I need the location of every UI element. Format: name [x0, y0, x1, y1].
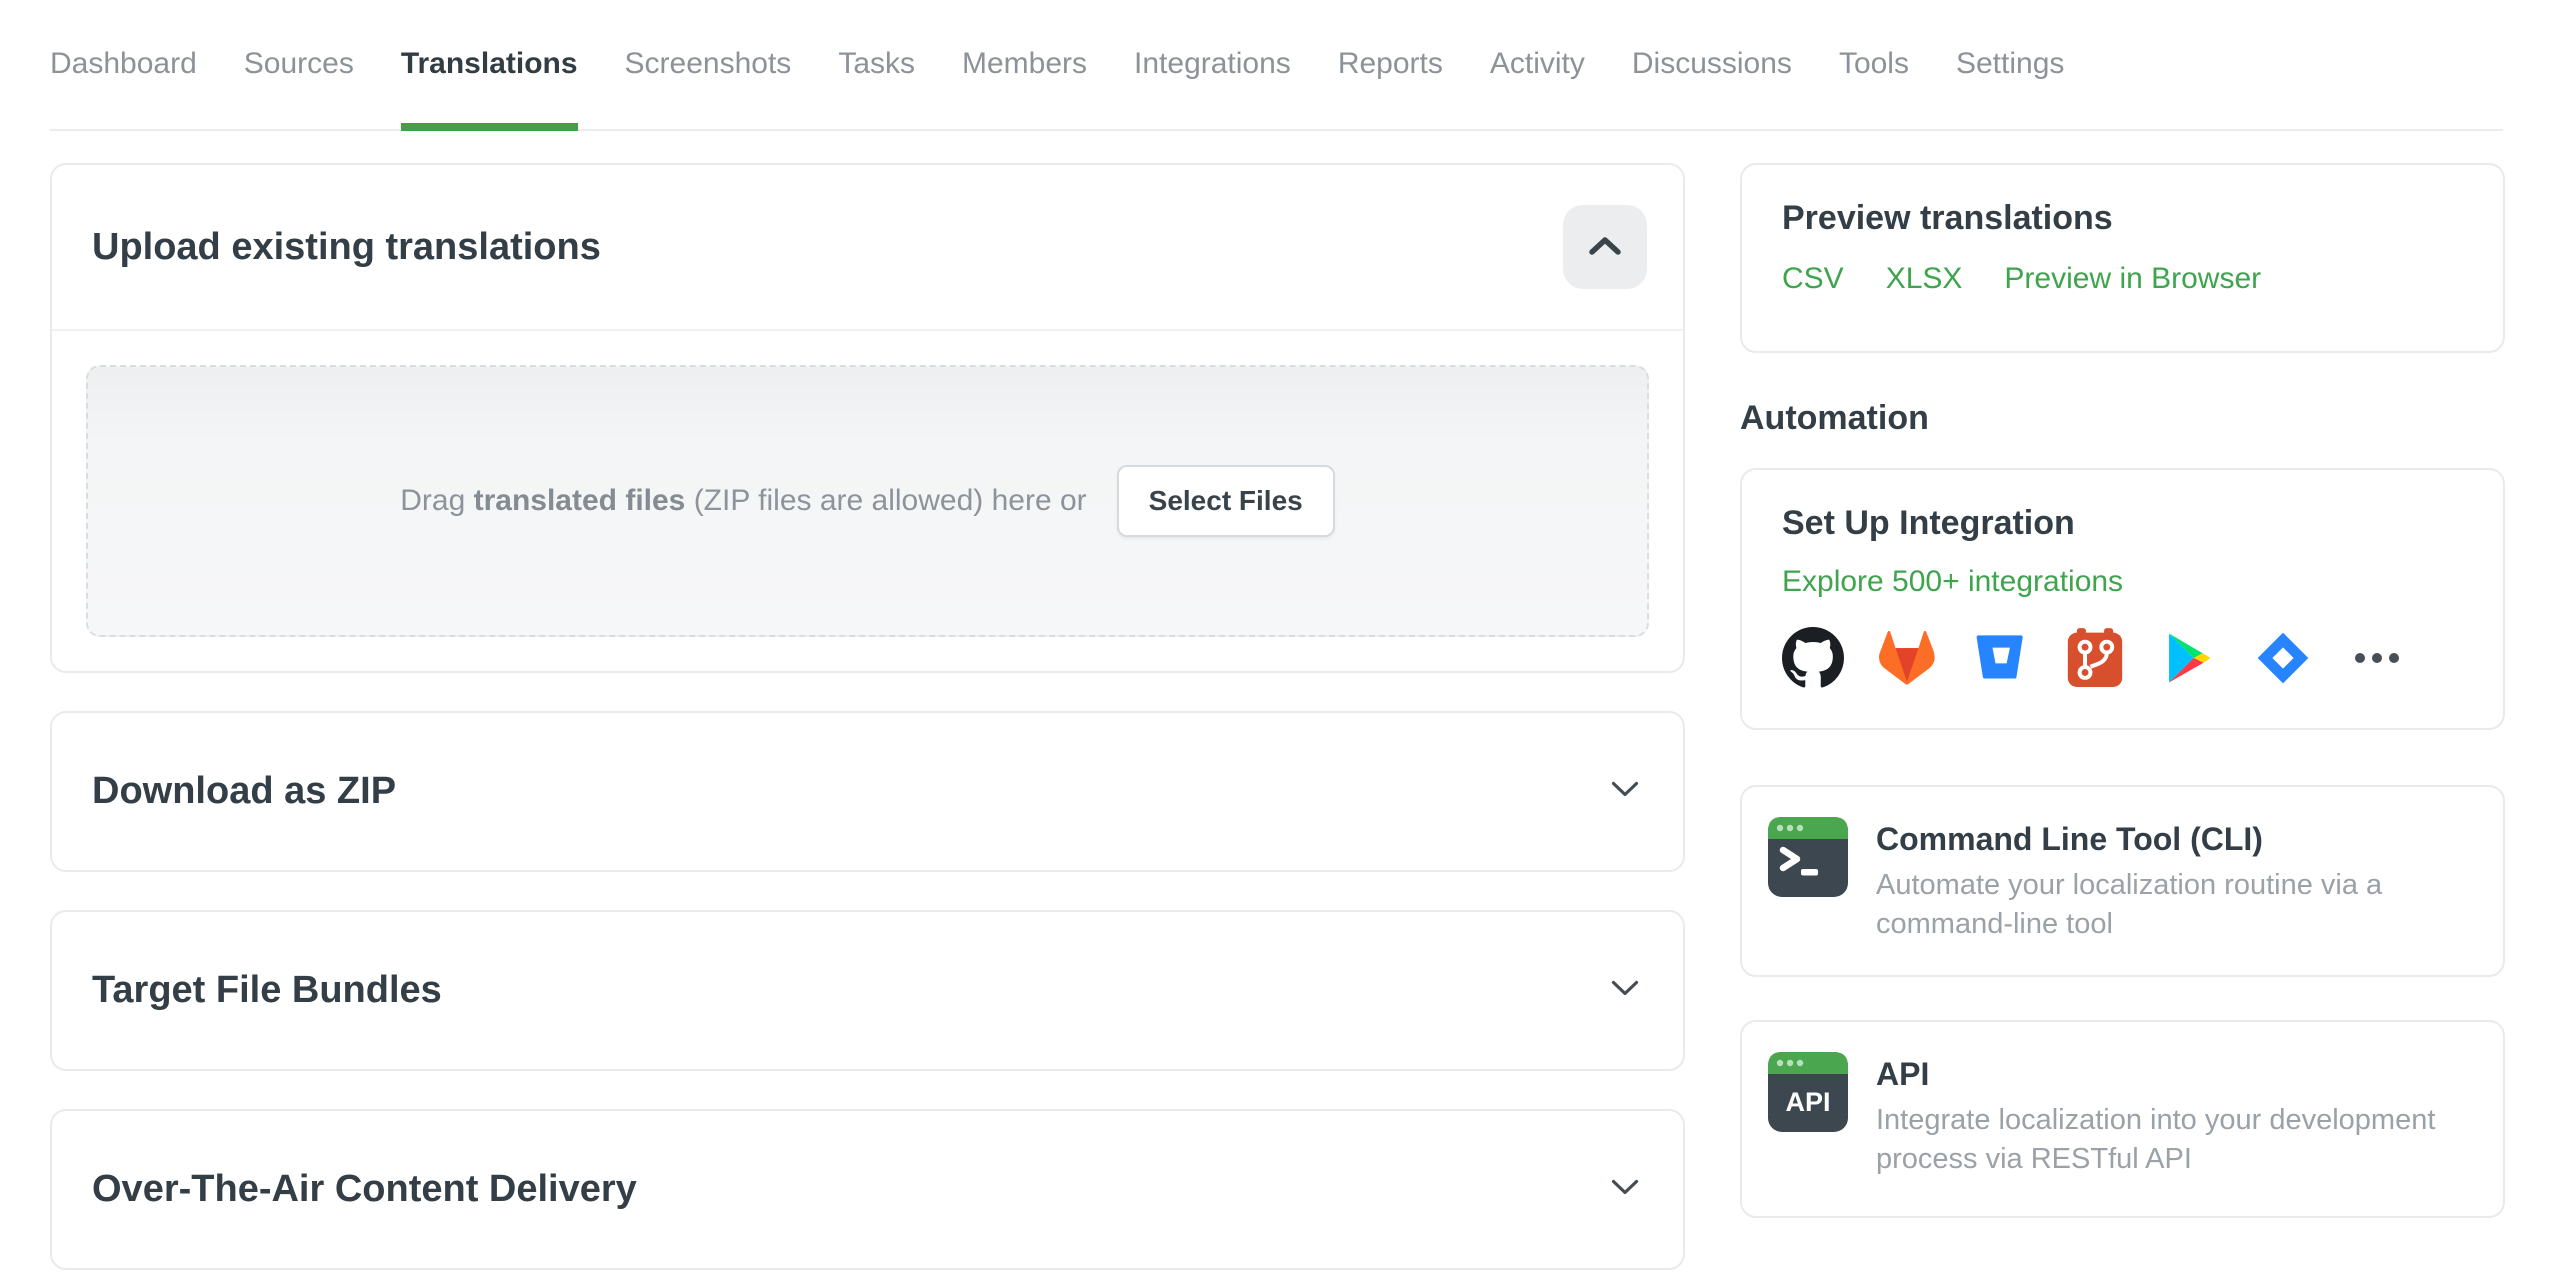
tab-sources[interactable]: Sources: [244, 0, 354, 131]
more-integrations-icon[interactable]: [2346, 627, 2408, 689]
jira-icon[interactable]: [2252, 627, 2314, 689]
download-as-zip-accordion[interactable]: Download as ZIP: [50, 711, 1685, 872]
tab-members[interactable]: Members: [962, 0, 1087, 131]
target-file-bundles-title: Target File Bundles: [92, 969, 442, 1011]
api-card[interactable]: API API Integrate localization into your…: [1740, 1020, 2505, 1218]
download-as-zip-title: Download as ZIP: [92, 770, 397, 812]
tab-integrations[interactable]: Integrations: [1134, 0, 1291, 131]
api-card-description: Integrate localization into your develop…: [1876, 1104, 2436, 1175]
preview-translations-card: Preview translations CSV XLSX Preview in…: [1740, 163, 2505, 353]
cli-card-text: Command Line Tool (CLI) Automate your lo…: [1876, 811, 2382, 975]
file-dropzone[interactable]: Drag translated files (ZIP files are all…: [86, 365, 1649, 637]
translations-side-column: Preview translations CSV XLSX Preview in…: [1740, 163, 2505, 1218]
preview-csv-link[interactable]: CSV: [1782, 262, 1844, 296]
chevron-down-icon: [1611, 1179, 1639, 1201]
select-files-button[interactable]: Select Files: [1116, 465, 1335, 537]
upload-existing-translations-card: Upload existing translations Drag transl…: [50, 163, 1685, 673]
tab-dashboard[interactable]: Dashboard: [50, 0, 197, 131]
dropzone-instruction: Drag translated files (ZIP files are all…: [400, 484, 1087, 517]
api-card-title: API: [1876, 1056, 1930, 1092]
upload-card-title: Upload existing translations: [92, 225, 601, 268]
tab-translations[interactable]: Translations: [400, 0, 578, 131]
ota-content-delivery-title: Over-The-Air Content Delivery: [92, 1168, 637, 1210]
ota-content-delivery-accordion[interactable]: Over-The-Air Content Delivery: [50, 1109, 1685, 1270]
chevron-up-icon: [1588, 236, 1622, 259]
chevron-down-icon: [1611, 781, 1639, 803]
tab-reports[interactable]: Reports: [1338, 0, 1443, 131]
tab-settings[interactable]: Settings: [1956, 0, 2064, 131]
preview-xlsx-link[interactable]: XLSX: [1886, 262, 1963, 296]
tab-discussions[interactable]: Discussions: [1632, 0, 1792, 131]
chevron-down-icon: [1611, 980, 1639, 1002]
automation-heading: Automation: [1740, 399, 1929, 437]
terminal-icon: [1768, 817, 1848, 975]
google-play-icon[interactable]: [2158, 627, 2220, 689]
tab-tasks[interactable]: Tasks: [838, 0, 915, 131]
gitlab-icon[interactable]: [1876, 627, 1938, 689]
cli-card-title: Command Line Tool (CLI): [1876, 821, 2263, 857]
preview-translations-title: Preview translations: [1782, 199, 2113, 237]
git-icon[interactable]: [2064, 627, 2126, 689]
github-icon[interactable]: [1782, 627, 1844, 689]
tab-activity[interactable]: Activity: [1490, 0, 1585, 131]
tab-screenshots[interactable]: Screenshots: [625, 0, 792, 131]
cli-card-description: Automate your localization routine via a…: [1876, 869, 2383, 940]
integration-icons-row: [1782, 627, 2463, 689]
preview-links-row: CSV XLSX Preview in Browser: [1782, 262, 2463, 296]
tab-tools[interactable]: Tools: [1839, 0, 1909, 131]
set-up-integration-card: Set Up Integration Explore 500+ integrat…: [1740, 468, 2505, 730]
api-card-text: API Integrate localization into your dev…: [1876, 1046, 2435, 1216]
upload-card-header[interactable]: Upload existing translations: [52, 165, 1683, 331]
cli-tool-card[interactable]: Command Line Tool (CLI) Automate your lo…: [1740, 785, 2505, 977]
collapse-section-button[interactable]: [1563, 205, 1647, 289]
upload-card-body: Drag translated files (ZIP files are all…: [52, 331, 1683, 671]
project-tabs-nav: Dashboard Sources Translations Screensho…: [50, 0, 2503, 131]
bitbucket-icon[interactable]: [1970, 627, 2032, 689]
translations-main-column: Upload existing translations Drag transl…: [50, 163, 1685, 1270]
set-up-integration-title: Set Up Integration: [1782, 504, 2075, 542]
api-icon: API: [1768, 1052, 1848, 1216]
preview-in-browser-link[interactable]: Preview in Browser: [2004, 262, 2261, 296]
explore-integrations-link[interactable]: Explore 500+ integrations: [1782, 565, 2123, 599]
svg-text:API: API: [1785, 1087, 1830, 1117]
target-file-bundles-accordion[interactable]: Target File Bundles: [50, 910, 1685, 1071]
